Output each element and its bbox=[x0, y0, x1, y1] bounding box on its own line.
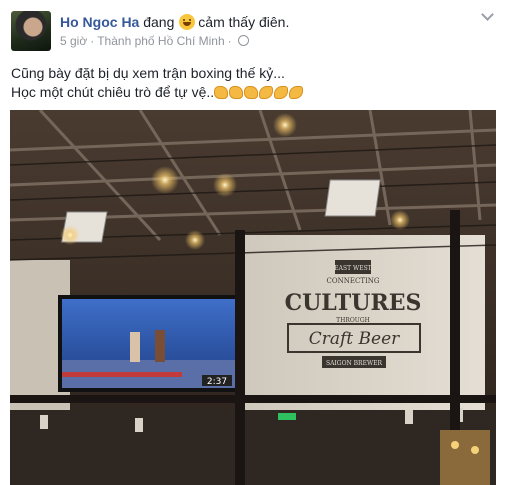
post-message-line-2: Học một chút chiêu trò để tự vệ.. bbox=[11, 83, 491, 104]
fist-icon bbox=[214, 86, 229, 99]
post-photo[interactable]: 2:37 EAST WEST CONNECTING CULTURES THROU… bbox=[10, 110, 496, 485]
laughing-face-icon bbox=[179, 14, 196, 30]
post-meta: 5 giờ · Thành phố Hồ Chí Minh · bbox=[60, 34, 249, 48]
post-message-line-1: Cũng bày đặt bị dụ xem trận boxing thế k… bbox=[11, 65, 285, 81]
flexed-bicep-icon bbox=[274, 86, 289, 99]
author-name-link[interactable]: Ho Ngoc Ha bbox=[60, 14, 139, 30]
post-options-chevron-icon[interactable] bbox=[480, 10, 494, 24]
ac-unit-right bbox=[324, 179, 381, 217]
sign-brewer-text: SAIGON BREWER bbox=[326, 360, 383, 367]
post-message-line-2-text: Học một chút chiêu trò để tự vệ.. bbox=[11, 84, 215, 100]
tv-clock-text: 2:37 bbox=[207, 377, 227, 387]
globe-icon[interactable] bbox=[237, 35, 249, 46]
meta-separator: · bbox=[90, 34, 95, 48]
floor-band bbox=[10, 410, 496, 485]
post-location-link[interactable]: Thành phố Hồ Chí Minh bbox=[97, 34, 224, 48]
flexed-bicep-icon bbox=[259, 86, 274, 99]
emoji-group bbox=[214, 85, 304, 104]
activity-prefix: đang bbox=[143, 14, 175, 30]
fist-icon bbox=[229, 86, 244, 99]
sign-through-text: THROUGH bbox=[336, 317, 370, 324]
flexed-bicep-icon bbox=[289, 86, 304, 99]
sign-craft-text: Craft Beer bbox=[309, 329, 400, 349]
meta-separator-2: · bbox=[227, 34, 232, 48]
feed-post: Ho Ngoc Ha đang cảm thấy điên. 5 giờ · Thà… bbox=[0, 0, 506, 485]
exit-sign bbox=[278, 413, 296, 420]
fist-icon bbox=[244, 86, 259, 99]
sign-cultures-text: CULTURES bbox=[285, 290, 422, 316]
bar-shelf bbox=[440, 430, 490, 485]
feeling-text: cảm thấy điên. bbox=[198, 14, 290, 30]
post-header: Ho Ngoc Ha đang cảm thấy điên. bbox=[60, 14, 289, 30]
sign-connecting-text: CONNECTING bbox=[327, 277, 380, 285]
photo-scene: 2:37 EAST WEST CONNECTING CULTURES THROU… bbox=[10, 110, 496, 485]
tv-screen: 2:37 bbox=[58, 295, 240, 392]
sign-top-text: EAST WEST bbox=[334, 265, 371, 272]
post-message: Cũng bày đặt bị dụ xem trận boxing thế k… bbox=[11, 64, 491, 104]
post-timestamp[interactable]: 5 giờ bbox=[60, 34, 87, 48]
author-avatar[interactable] bbox=[11, 11, 51, 51]
